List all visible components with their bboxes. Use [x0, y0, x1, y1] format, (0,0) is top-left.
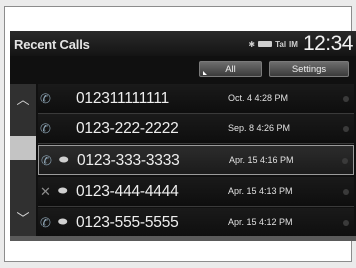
recent-calls-screen: Recent Calls ✱ Tal IM 12:34 All Settings…	[10, 31, 356, 241]
incoming-call-icon: ✆	[41, 153, 52, 168]
tab-settings-label: Settings	[291, 64, 327, 75]
call-number: 012311111111	[76, 90, 169, 107]
tab-all-label: All	[225, 64, 236, 75]
signal-label: Tal	[275, 39, 287, 49]
hfl-icon: ⬬	[58, 216, 68, 228]
call-number: 0123-555-5555	[76, 214, 179, 231]
call-row[interactable]: ✆ 012311111111 Oct. 4 4:28 PM	[38, 84, 354, 114]
missed-call-icon: ✕	[40, 184, 51, 199]
call-row[interactable]: ✆ 0123-222-2222 Sep. 8 4:26 PM	[38, 114, 354, 144]
info-icon[interactable]	[343, 220, 349, 226]
info-icon[interactable]	[343, 126, 349, 132]
network-label: IM	[289, 39, 298, 49]
call-number: 0123-444-4444	[76, 183, 179, 200]
incoming-call-icon: ✆	[40, 121, 51, 136]
scrollbar[interactable]: ︿ ﹀	[10, 84, 36, 239]
scrollbar-thumb[interactable]	[10, 136, 36, 160]
call-row[interactable]: ✕ ⬬ 0123-444-4444 Apr. 15 4:13 PM	[38, 177, 354, 207]
clock: 12:34	[302, 32, 354, 55]
bluetooth-icon: ✱	[248, 39, 256, 49]
status-bar: ✱ Tal IM 12:34	[248, 32, 353, 56]
battery-icon	[258, 41, 273, 47]
page-title: Recent Calls	[14, 37, 90, 52]
call-row-selected[interactable]: ✆ ⬬ 0123-333-3333 Apr. 15 4:16 PM	[38, 145, 354, 175]
call-list: ︿ ﹀ ✆ 012311111111 Oct. 4 4:28 PM ✆ 0123…	[10, 84, 356, 239]
hfl-icon: ⬬	[59, 154, 69, 166]
info-icon[interactable]	[342, 158, 348, 164]
incoming-call-icon: ✆	[40, 215, 51, 230]
info-icon[interactable]	[343, 189, 349, 195]
call-time: Oct. 4 4:28 PM	[228, 93, 289, 103]
tab-all[interactable]: All	[199, 61, 262, 77]
incoming-call-icon: ✆	[40, 91, 51, 106]
call-number: 0123-333-3333	[77, 152, 180, 169]
scroll-up-icon[interactable]: ︿	[10, 89, 36, 108]
call-time: Apr. 15 4:12 PM	[228, 217, 293, 227]
header-bar: Recent Calls ✱ Tal IM 12:34	[10, 31, 356, 56]
filter-tabs: All Settings	[10, 56, 356, 83]
scroll-down-icon[interactable]: ﹀	[10, 208, 36, 227]
call-time: Sep. 8 4:26 PM	[228, 123, 291, 133]
call-number: 0123-222-2222	[76, 120, 179, 137]
call-time: Apr. 15 4:16 PM	[229, 155, 294, 165]
call-time: Apr. 15 4:13 PM	[228, 186, 293, 196]
hfl-icon: ⬬	[58, 185, 68, 197]
call-row[interactable]: ✆ ⬬ 0123-555-5555 Apr. 15 4:12 PM	[38, 208, 354, 238]
tab-settings[interactable]: Settings	[269, 61, 349, 77]
bottom-divider	[10, 236, 356, 241]
selected-indicator-icon	[203, 71, 207, 75]
info-icon[interactable]	[343, 96, 349, 102]
